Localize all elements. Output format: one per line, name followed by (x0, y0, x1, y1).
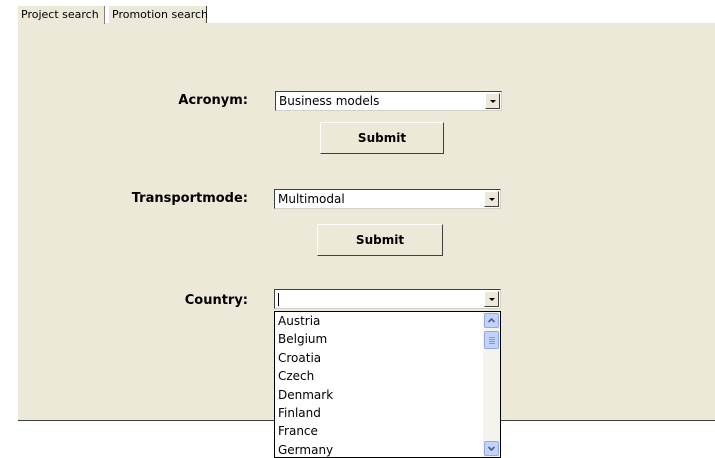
scrollbar-thumb[interactable] (484, 331, 499, 349)
chevron-down-icon[interactable] (484, 291, 499, 307)
scroll-down-icon[interactable] (484, 441, 499, 456)
list-item[interactable]: Finland (275, 404, 500, 422)
list-item[interactable]: Czech (275, 367, 500, 385)
transportmode-select[interactable]: Multimodal (274, 189, 501, 209)
acronym-submit-button[interactable]: Submit (320, 122, 444, 154)
chevron-down-icon[interactable] (484, 191, 499, 207)
text-caret (278, 293, 279, 306)
transportmode-submit-button[interactable]: Submit (317, 224, 443, 256)
scroll-up-icon[interactable] (484, 313, 499, 328)
transportmode-selected-value: Multimodal (278, 192, 345, 206)
chevron-down-icon[interactable] (485, 93, 500, 109)
tab-project-search[interactable]: Project search (18, 6, 105, 24)
list-item[interactable]: Austria (275, 312, 500, 330)
acronym-label: Acronym: (178, 93, 248, 108)
list-item[interactable]: France (275, 422, 500, 440)
acronym-selected-value: Business models (279, 94, 380, 108)
list-scrollbar[interactable] (483, 312, 500, 457)
country-label: Country: (184, 293, 248, 308)
list-item[interactable]: Belgium (275, 330, 500, 348)
country-dropdown-list[interactable]: Austria Belgium Croatia Czech Denmark Fi… (274, 311, 501, 458)
list-item[interactable]: Denmark (275, 386, 500, 404)
country-select[interactable] (274, 289, 501, 309)
list-item[interactable]: Croatia (275, 349, 500, 367)
tab-promotion-search[interactable]: Promotion search (108, 6, 208, 23)
transportmode-label: Transportmode: (131, 191, 248, 206)
acronym-select[interactable]: Business models (275, 91, 502, 111)
list-item[interactable]: Germany (275, 441, 500, 457)
